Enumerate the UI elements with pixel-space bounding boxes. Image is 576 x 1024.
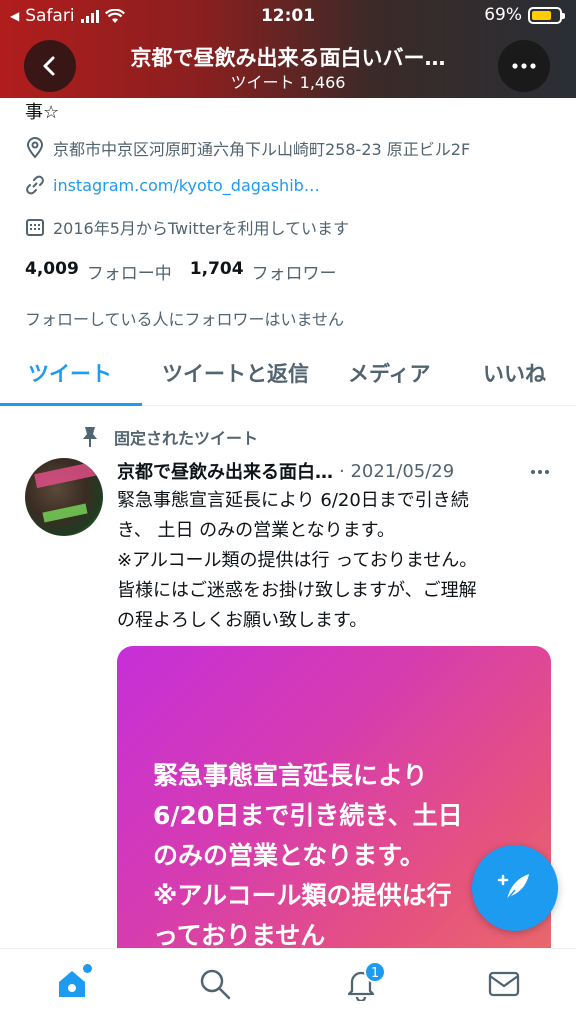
compose-tweet-button[interactable] [472,845,558,931]
link-icon [26,175,44,195]
notification-badge: 1 [364,961,386,983]
more-icon [512,63,536,69]
joined-text: 2016年5月からTwitterを利用しています [53,219,350,238]
nav-notifications[interactable]: 1 [344,961,386,1005]
mail-icon [488,971,520,997]
compose-icon [497,874,529,903]
nav-home[interactable] [55,964,92,1005]
media-image-text: 緊急事態宣言延長により 6/20日まで引き続き、土日 のみの営業となります。 ※… [153,761,463,950]
location-icon [26,137,44,159]
tweet-more-button[interactable] [530,460,550,479]
calendar-icon [26,219,44,236]
tab-likes[interactable]: いいね [483,358,546,388]
following-count[interactable]: 4,009 [25,259,79,284]
tweet-text-line: ※アルコール類の提供は行 っておりません。 [117,550,478,571]
location-text: 京都市中京区河原町通六角下ル山崎町258-23 原正ビル2F [53,140,471,159]
avatar[interactable] [25,458,103,536]
tweet-text: 緊急事態宣言延長により 6/20日まで引き続 き、 土日 のみの営業となります。… [117,486,557,636]
more-icon [531,470,549,474]
followers-count[interactable]: 1,704 [190,259,244,284]
tab-media[interactable]: メディア [348,358,431,388]
pin-icon [83,427,97,447]
nav-search[interactable] [198,967,232,1005]
header-tweet-count: ツイート 1,466 [230,73,346,92]
bio-fragment: 事☆ [25,102,60,123]
active-tab-indicator [0,403,142,406]
tweet-text-line: き、 土日 のみの営業となります。 [117,520,395,541]
pinned-label: 固定されたツイート [114,429,259,448]
joined-row: 2016年5月からTwitterを利用しています [25,215,349,239]
bottom-nav: 1 [0,948,576,1024]
website-link[interactable]: instagram.com/kyoto_dagashib… [53,176,320,195]
tab-tweets-replies[interactable]: ツイートと返信 [162,358,309,388]
more-options-button[interactable] [498,40,550,92]
battery-percent: 69% [484,5,522,25]
status-right: 69% [484,5,565,25]
tweet-text-line: 皆様にはご迷惑をお掛け致しますが、ご理解 [117,580,477,601]
tweet-text-line: の程よろしくお願い致します。 [117,610,368,631]
battery-icon [528,6,565,24]
tweet-author-name[interactable]: 京都で昼飲み出来る面白… [117,458,333,484]
follow-stats: 4,009 フォロー中 1,704 フォロワー [25,259,347,284]
back-icon [43,56,55,76]
header-title: 京都で昼飲み出来る面白いバー… [130,46,446,70]
search-icon [200,969,231,1000]
followers-label[interactable]: フォロワー [252,259,337,284]
tab-tweets[interactable]: ツイート [28,358,112,388]
website-row[interactable]: instagram.com/kyoto_dagashib… [25,175,320,195]
following-label[interactable]: フォロー中 [87,259,172,284]
back-button[interactable] [24,40,76,92]
nav-messages[interactable] [487,967,521,1005]
tweet-text-line: 緊急事態宣言延長により 6/20日まで引き続 [117,490,469,511]
location-row: 京都市中京区河原町通六角下ル山崎町258-23 原正ビル2F [25,136,470,160]
tweet-header: 京都で昼飲み出来る面白… · 2021/05/29 [117,458,454,484]
status-bar: ◀ Safari 12:01 69% [0,0,576,32]
mutual-followers-note: フォローしている人にフォロワーはいません [25,310,345,329]
pinned-indicator: 固定されたツイート [80,425,258,449]
home-new-dot [83,964,92,973]
profile-tabs: ツイート ツイートと返信 メディア いいね [0,346,576,406]
tweet-date[interactable]: · 2021/05/29 [339,461,454,482]
header: ◀ Safari 12:01 69% 京都で昼飲み出来る面白いバー… ツイート … [0,0,576,98]
